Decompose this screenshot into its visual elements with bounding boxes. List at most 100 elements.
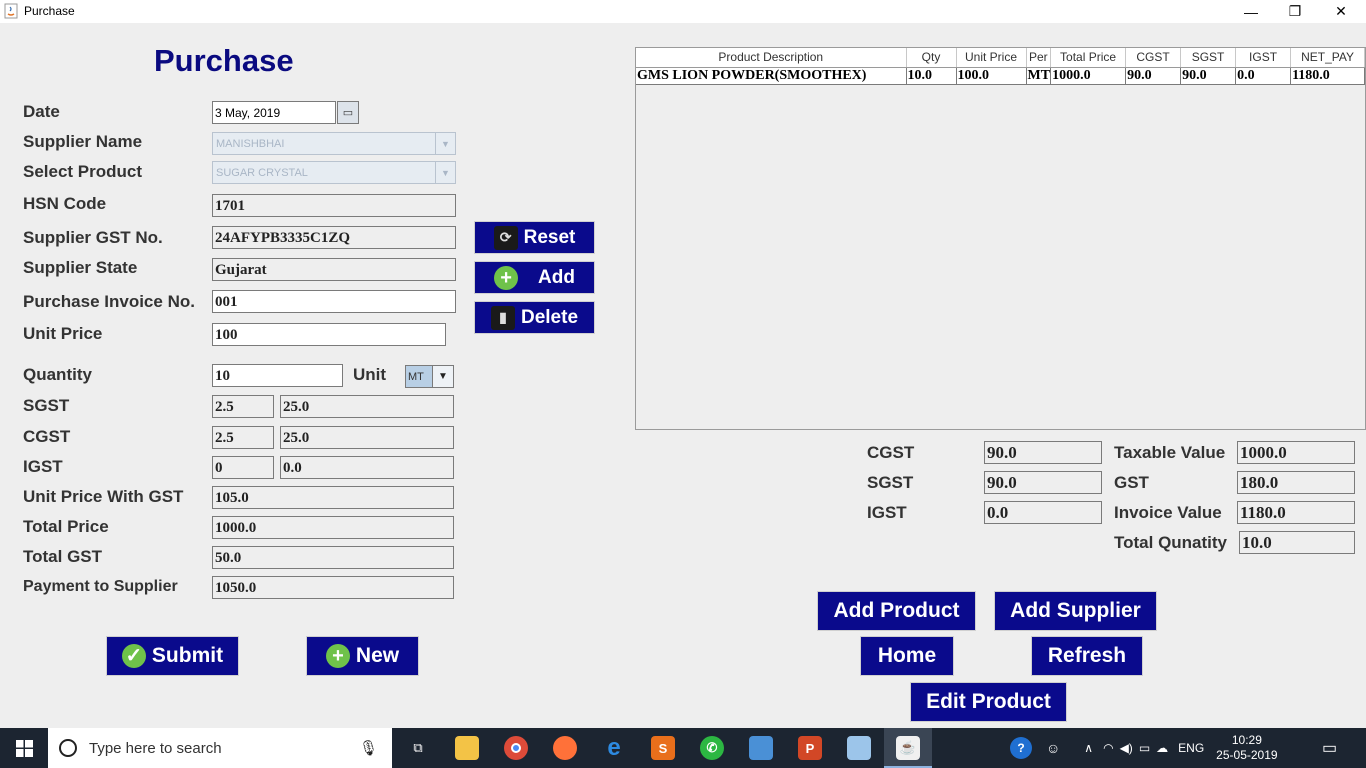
refresh-button[interactable]: Refresh	[1031, 636, 1143, 676]
microphone-icon[interactable]: 🎙	[359, 739, 378, 757]
wifi-icon[interactable]: ◠	[1103, 741, 1113, 755]
column-header[interactable]: SGST	[1180, 48, 1237, 68]
supplier-name-label: Supplier Name	[23, 132, 143, 151]
reset-button-label: Reset	[523, 226, 576, 248]
whatsapp-icon[interactable]: ✆	[700, 736, 724, 760]
edit-product-button[interactable]: Edit Product	[910, 682, 1067, 722]
total-price-field[interactable]: 1000.0	[212, 516, 454, 539]
language-indicator[interactable]: ENG	[1178, 741, 1204, 755]
add-supplier-button[interactable]: Add Supplier	[994, 591, 1157, 631]
notification-icon[interactable]: ▭	[1322, 728, 1337, 768]
firefox-icon[interactable]	[553, 736, 577, 760]
unit-label: Unit	[353, 365, 387, 384]
igst-amount-field[interactable]: 0.0	[280, 456, 454, 479]
column-header[interactable]: NET_PAY	[1290, 48, 1365, 68]
unit-price-gst-field[interactable]: 105.0	[212, 486, 454, 509]
table-row[interactable]: GMS LION POWDER(SMOOTHEX) 10.0 100.0 MT …	[636, 67, 1365, 85]
quantity-field[interactable]: 10	[212, 364, 343, 387]
invoice-no-field[interactable]: 001	[212, 290, 456, 313]
hsn-code-field[interactable]: 1701	[212, 194, 456, 217]
minimize-button[interactable]: —	[1228, 0, 1274, 23]
purchase-items-table[interactable]: Product Description Qty Unit Price Per T…	[635, 47, 1366, 430]
windows-start-icon[interactable]	[16, 740, 33, 757]
unit-price-gst-label: Unit Price With GST	[23, 487, 184, 506]
clock-date: 25-05-2019	[1216, 748, 1278, 762]
new-button[interactable]: + New	[306, 636, 419, 676]
select-product-label: Select Product	[23, 162, 143, 181]
plus-icon: +	[494, 265, 519, 290]
cgst-rate-field[interactable]: 2.5	[212, 426, 274, 449]
taskbar-search-box[interactable]: Type here to search 🎙	[48, 728, 392, 768]
summary-sgst-field[interactable]: 90.0	[984, 471, 1102, 494]
column-header[interactable]: Qty	[906, 48, 957, 68]
restore-button[interactable]: ❐	[1272, 0, 1318, 23]
calendar-icon: ▭	[342, 107, 354, 119]
home-button[interactable]: Home	[860, 636, 954, 676]
volume-icon[interactable]: ◀)	[1120, 741, 1133, 755]
gst-field[interactable]: 180.0	[1237, 471, 1355, 494]
reset-button[interactable]: ⟳ Reset	[474, 221, 595, 254]
invoice-no-label: Purchase Invoice No.	[23, 292, 195, 311]
taxable-value-field[interactable]: 1000.0	[1237, 441, 1355, 464]
column-header[interactable]: Product Description	[636, 48, 907, 68]
payment-field[interactable]: 1050.0	[212, 576, 454, 599]
sgst-amount-field[interactable]: 25.0	[280, 395, 454, 418]
virtualbox-icon[interactable]	[847, 736, 871, 760]
sgst-rate-field[interactable]: 2.5	[212, 395, 274, 418]
supplier-state-label: Supplier State	[23, 258, 138, 277]
summary-cgst-field[interactable]: 90.0	[984, 441, 1102, 464]
igst-rate-field[interactable]: 0	[212, 456, 274, 479]
table-cell: 90.0	[1125, 67, 1182, 85]
cortana-icon	[59, 739, 77, 757]
purchase-window: Purchase Date 3 May, 2019 ▭ Supplier Nam…	[0, 23, 1366, 728]
column-header[interactable]: CGST	[1125, 48, 1182, 68]
supplier-gst-field[interactable]: 24AFYPB3335C1ZQ	[212, 226, 456, 249]
table-cell: 100.0	[956, 67, 1027, 85]
file-explorer-icon[interactable]	[455, 736, 479, 760]
table-cell: 90.0	[1180, 67, 1237, 85]
unit-price-field[interactable]: 100	[212, 323, 446, 346]
cgst-amount-field[interactable]: 25.0	[280, 426, 454, 449]
column-header[interactable]: IGST	[1235, 48, 1292, 68]
sublime-text-icon[interactable]: S	[651, 736, 675, 760]
table-cell: MT	[1026, 67, 1052, 85]
chrome-icon[interactable]	[504, 736, 528, 760]
invoice-value-field[interactable]: 1180.0	[1237, 501, 1355, 524]
date-field[interactable]: 3 May, 2019	[212, 101, 336, 124]
chevron-up-icon[interactable]: ∧	[1084, 741, 1093, 755]
window-title: Purchase	[24, 4, 75, 18]
summary-igst-field[interactable]: 0.0	[984, 501, 1102, 524]
gst-label: GST	[1114, 473, 1149, 492]
select-product-select[interactable]: SUGAR CRYSTAL ▼	[212, 161, 456, 184]
plus-icon: +	[325, 644, 350, 668]
close-button[interactable]: ✕	[1318, 0, 1364, 23]
system-tray: ? ☺ ∧ ◠ ◀) ▭ ☁ ENG 10:29 25-05-2019	[1010, 728, 1278, 768]
onedrive-icon[interactable]: ☁	[1156, 741, 1168, 755]
add-product-button[interactable]: Add Product	[817, 591, 976, 631]
clock[interactable]: 10:29 25-05-2019	[1216, 733, 1277, 763]
column-header[interactable]: Per	[1026, 48, 1052, 68]
quantity-label: Quantity	[23, 365, 92, 384]
column-header[interactable]: Unit Price	[956, 48, 1027, 68]
column-header[interactable]: Total Price	[1050, 48, 1127, 68]
date-label: Date	[23, 102, 60, 121]
total-quantity-field[interactable]: 10.0	[1239, 531, 1355, 554]
supplier-name-select[interactable]: MANISHBHAI ▼	[212, 132, 456, 155]
submit-button[interactable]: ✓ Submit	[106, 636, 239, 676]
delete-button[interactable]: ▮ Delete	[474, 301, 595, 334]
total-gst-field[interactable]: 50.0	[212, 546, 454, 569]
java-app-taskbar-item[interactable]: ☕	[884, 728, 932, 768]
powerpoint-icon[interactable]: P	[798, 736, 822, 760]
task-view-icon[interactable]: ⧉	[406, 736, 430, 760]
battery-icon[interactable]: ▭	[1139, 741, 1150, 755]
summary-igst-label: IGST	[867, 503, 907, 522]
unit-select[interactable]: MT ▼	[405, 365, 454, 388]
restore-icon: ❐	[1288, 3, 1302, 19]
people-icon[interactable]: ☺	[1046, 740, 1060, 756]
supplier-state-field[interactable]: Gujarat	[212, 258, 456, 281]
edge-icon[interactable]: e	[602, 734, 626, 761]
desktop-app-icon[interactable]	[749, 736, 773, 760]
add-button[interactable]: + Add	[474, 261, 595, 294]
help-icon[interactable]: ?	[1010, 737, 1032, 759]
calendar-button[interactable]: ▭	[337, 101, 359, 124]
